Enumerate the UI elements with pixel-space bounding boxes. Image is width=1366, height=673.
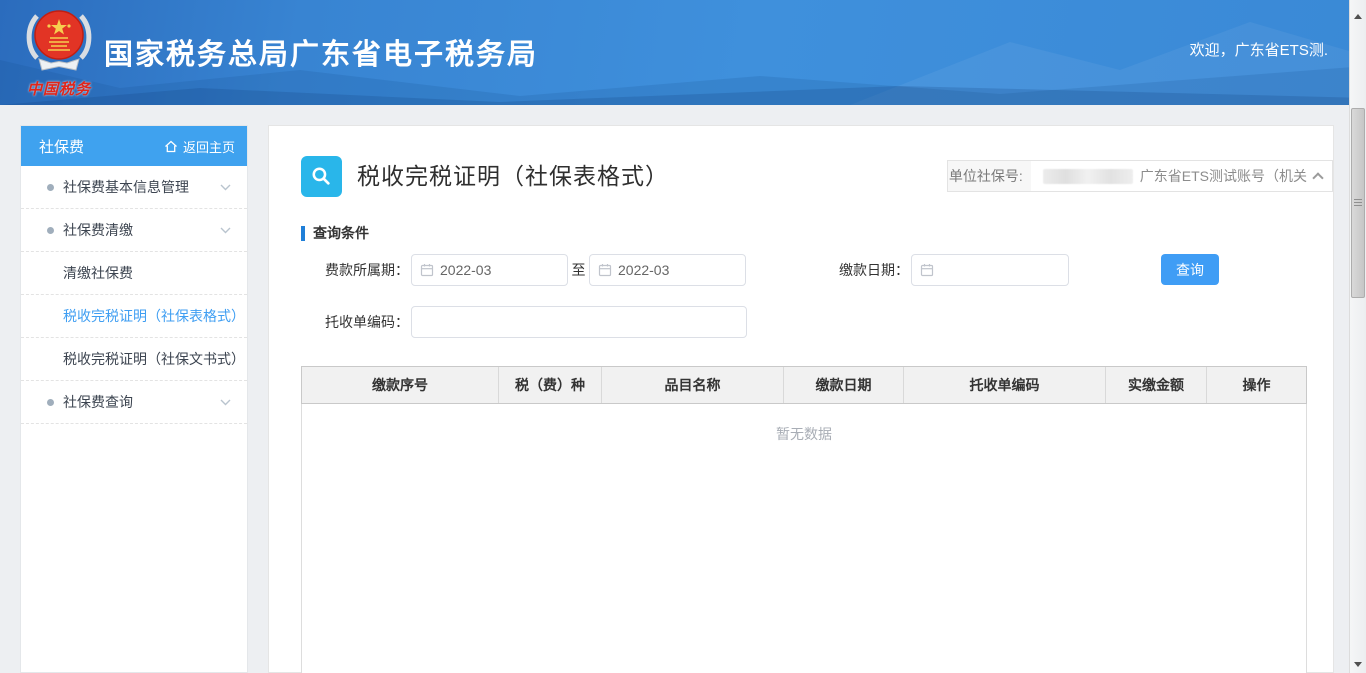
col-paid-amount: 实缴金额	[1106, 367, 1207, 403]
sidebar-title: 社保费	[39, 136, 164, 157]
col-pay-date: 缴款日期	[784, 367, 904, 403]
app-header: 中国税务 国家税务总局广东省电子税务局 欢迎，广东省ETS测.	[0, 0, 1366, 105]
chevron-up-icon	[1312, 172, 1323, 183]
to-label: 至	[568, 254, 589, 286]
sidebar-item-label: 清缴社保费	[63, 265, 133, 281]
sidebar-item-pay-social-fee[interactable]: 清缴社保费	[21, 252, 247, 295]
col-tax-fee-type: 税（费）种	[499, 367, 602, 403]
sidebar-item-fee-query[interactable]: 社保费查询	[21, 381, 247, 424]
sidebar-header: 社保费 返回主页	[21, 126, 247, 166]
table-body: 暂无数据	[301, 404, 1307, 673]
pay-date-input[interactable]	[940, 262, 1060, 278]
sidebar-item-tax-cert-document-format[interactable]: 税收完税证明（社保文书式）	[21, 338, 247, 381]
query-conditions-heading: 查询条件	[301, 223, 369, 243]
scroll-down-button[interactable]	[1350, 656, 1366, 673]
sidebar-menu: 社保费基本信息管理 社保费清缴 清缴社保费 税收完税证明（社保表格式） 税收完税…	[21, 166, 247, 424]
bullet-icon	[47, 399, 54, 406]
chevron-down-icon	[220, 399, 231, 406]
return-home-link[interactable]: 返回主页	[164, 137, 235, 156]
section-accent-bar	[301, 226, 305, 241]
sidebar-item-label: 税收完税证明（社保表格式）	[63, 308, 245, 324]
period-from-datepicker[interactable]	[411, 254, 568, 286]
scrollbar-thumb[interactable]	[1351, 108, 1365, 298]
collection-code-input[interactable]	[420, 314, 738, 330]
sidebar-item-label: 社保费清缴	[63, 222, 133, 238]
sidebar-item-tax-cert-table-format[interactable]: 税收完税证明（社保表格式）	[21, 295, 247, 338]
period-from-input[interactable]	[440, 262, 559, 278]
tax-bureau-logo: 中国税务	[20, 4, 98, 99]
arrow-down-icon	[1354, 662, 1362, 667]
arrow-up-icon	[1354, 14, 1362, 19]
pay-date-label: 缴款日期：	[809, 254, 909, 286]
sidebar: 社保费 返回主页 社保费基本信息管理 社保费清缴 清缴社保费 税收完税证明（社保…	[20, 125, 248, 673]
collection-code-label: 托收单编码：	[269, 306, 409, 338]
sidebar-item-basic-info[interactable]: 社保费基本信息管理	[21, 166, 247, 209]
logo-caption: 中国税务	[20, 78, 98, 99]
unit-ssn-value: 广东省ETS测试账号（机关	[1031, 161, 1332, 191]
period-label: 费款所属期：	[269, 254, 409, 286]
col-payment-serial: 缴款序号	[302, 367, 499, 403]
period-to-input[interactable]	[618, 262, 737, 278]
site-title: 国家税务总局广东省电子税务局	[104, 31, 538, 73]
calendar-icon	[420, 263, 434, 277]
pay-date-datepicker[interactable]	[911, 254, 1069, 286]
period-to-datepicker[interactable]	[589, 254, 746, 286]
welcome-text: 欢迎，广东省ETS测.	[1190, 39, 1328, 60]
redacted-account-number	[1043, 169, 1133, 184]
magnifier-icon	[301, 156, 342, 197]
calendar-icon	[598, 263, 612, 277]
scrollbar-grip-icon	[1354, 199, 1362, 208]
page-title: 税收完税证明（社保表格式）	[357, 156, 669, 197]
main-panel: 税收完税证明（社保表格式） 单位社保号: 广东省ETS测试账号（机关 查询条件 …	[268, 125, 1334, 673]
sidebar-item-fee-settlement[interactable]: 社保费清缴	[21, 209, 247, 252]
chevron-down-icon	[220, 184, 231, 191]
table-header-row: 缴款序号 税（费）种 品目名称 缴款日期 托收单编码 实缴金额 操作	[301, 366, 1307, 404]
col-collection-code: 托收单编码	[904, 367, 1106, 403]
unit-ssn-text: 广东省ETS测试账号（机关	[1140, 166, 1307, 186]
unit-ssn-label: 单位社保号:	[948, 161, 1031, 191]
bullet-icon	[47, 184, 54, 191]
vertical-scrollbar[interactable]	[1349, 0, 1366, 673]
results-table: 缴款序号 税（费）种 品目名称 缴款日期 托收单编码 实缴金额 操作 暂无数据	[301, 366, 1307, 673]
sidebar-item-label: 税收完税证明（社保文书式）	[63, 351, 245, 367]
calendar-icon	[920, 263, 934, 277]
sidebar-item-label: 社保费基本信息管理	[63, 179, 189, 195]
tax-emblem-icon	[21, 4, 97, 76]
return-home-label: 返回主页	[183, 137, 235, 156]
scroll-up-button[interactable]	[1350, 8, 1366, 25]
col-item-name: 品目名称	[602, 367, 784, 403]
query-button[interactable]: 查询	[1161, 254, 1219, 285]
collection-code-field[interactable]	[411, 306, 747, 338]
empty-state-text: 暂无数据	[776, 426, 832, 442]
col-actions: 操作	[1207, 367, 1306, 403]
home-icon	[164, 140, 178, 153]
chevron-down-icon	[220, 227, 231, 234]
sidebar-item-label: 社保费查询	[63, 394, 133, 410]
bullet-icon	[47, 227, 54, 234]
unit-ssn-selector[interactable]: 单位社保号: 广东省ETS测试账号（机关	[947, 160, 1333, 192]
